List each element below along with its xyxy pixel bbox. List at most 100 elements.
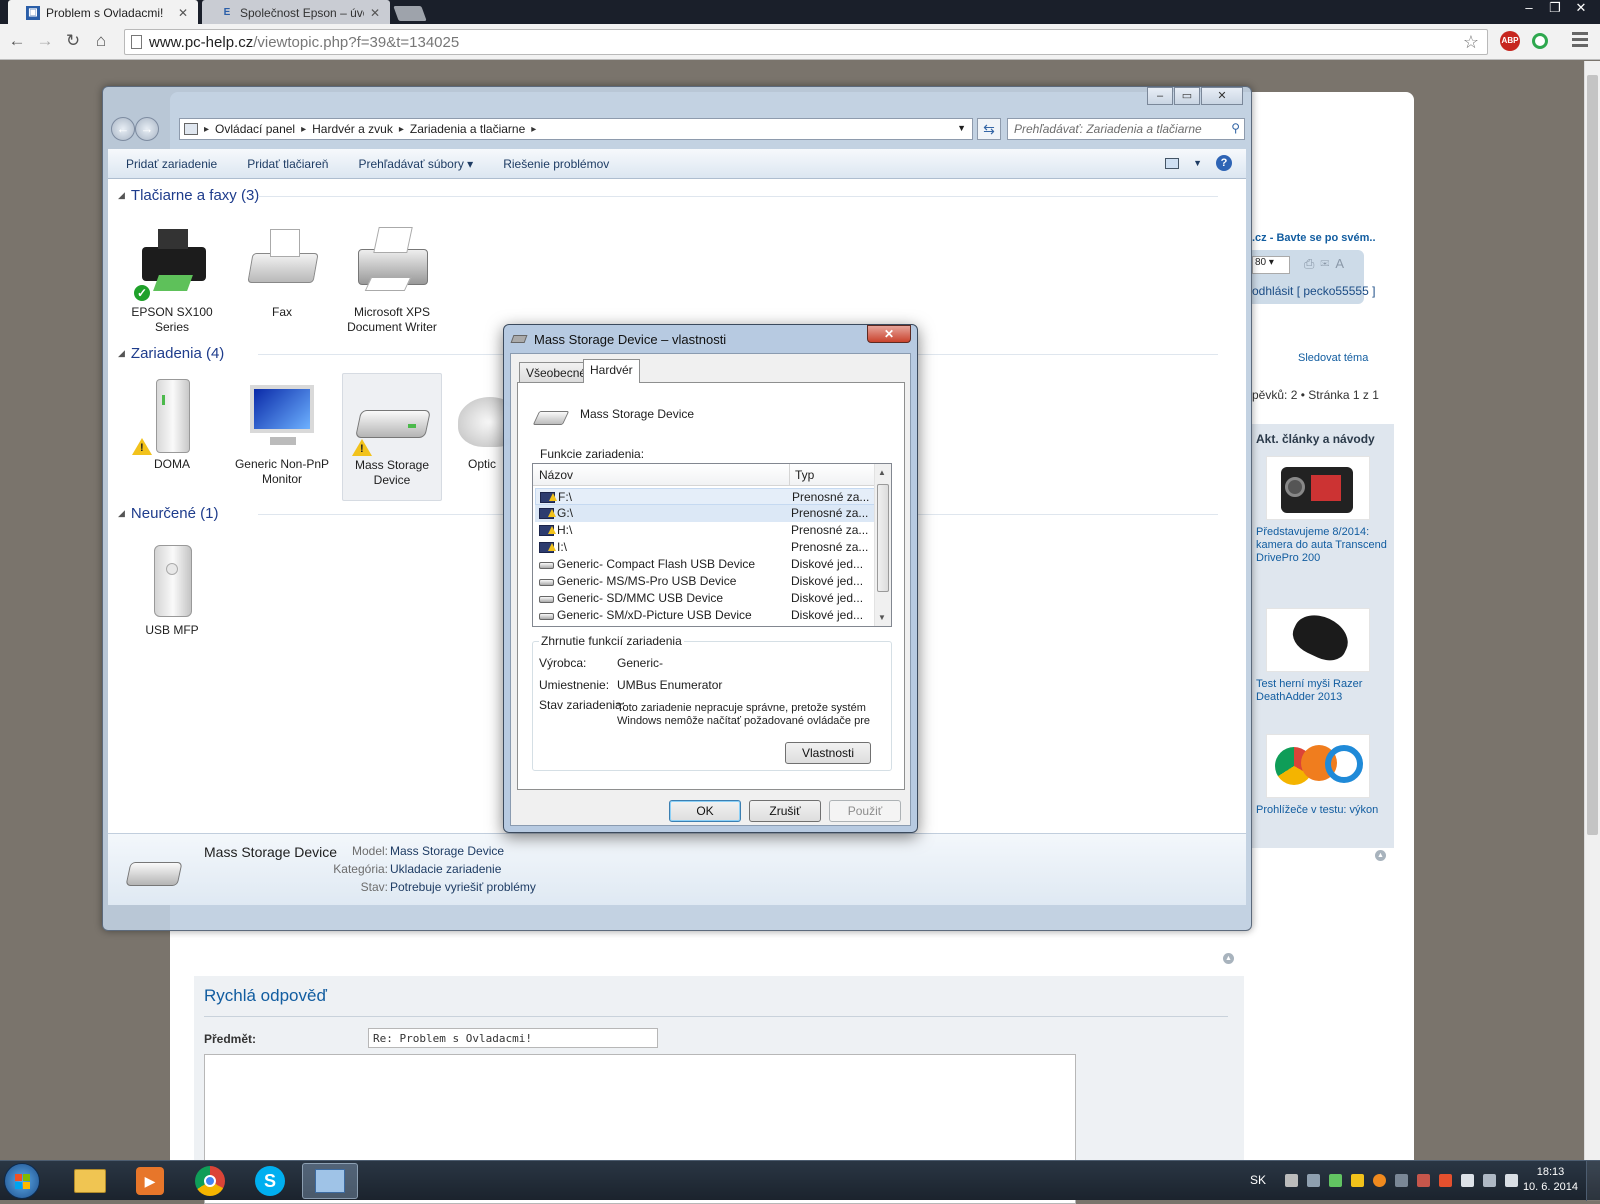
reload-icon[interactable]: ↻: [62, 32, 84, 52]
green-tray-icon[interactable]: [1329, 1173, 1342, 1187]
view-icon[interactable]: [1165, 157, 1180, 169]
device-fax[interactable]: Fax: [232, 223, 332, 320]
taskbar-explorer[interactable]: [62, 1163, 118, 1199]
collapse-triangle-icon[interactable]: ◢: [118, 190, 125, 201]
group-header-printers[interactable]: ◢ Tlačiarne a faxy (3): [118, 187, 1218, 204]
apply-button[interactable]: Použiť: [829, 800, 901, 822]
collapse-triangle-icon[interactable]: ◢: [118, 508, 125, 519]
list-item[interactable]: Generic- MS/MS-Pro USB Device Diskové jed…: [535, 573, 875, 590]
language-indicator[interactable]: SK: [1250, 1173, 1266, 1187]
volume-tray-icon[interactable]: [1505, 1173, 1518, 1187]
column-divider[interactable]: [789, 464, 790, 486]
chevron-down-icon[interactable]: ▼: [1193, 158, 1202, 168]
add-device-button[interactable]: Pridať zariadenie: [126, 157, 217, 171]
properties-button[interactable]: Vlastnosti: [785, 742, 871, 764]
chevron-right-icon[interactable]: ▸: [531, 124, 536, 135]
show-desktop-button[interactable]: [1586, 1161, 1600, 1201]
new-tab-button[interactable]: [393, 6, 427, 21]
scroll-down-icon[interactable]: ▼: [878, 613, 886, 622]
tools-tray-icon[interactable]: [1417, 1173, 1430, 1187]
breadcrumb-item[interactable]: Ovládací panel: [215, 122, 295, 136]
bell-tray-icon[interactable]: [1395, 1173, 1408, 1187]
device-usb-mfp[interactable]: USB MFP: [122, 541, 222, 638]
list-item[interactable]: F:\ Prenosné za...: [535, 488, 875, 505]
device-epson[interactable]: ✓ EPSON SX100 Series: [122, 223, 222, 335]
start-button[interactable]: [4, 1163, 40, 1199]
posts-per-page-select[interactable]: 80 ▾: [1252, 256, 1290, 274]
device-mass-storage[interactable]: Mass Storage Device: [342, 373, 442, 501]
ok-button[interactable]: OK: [669, 800, 741, 822]
article-link[interactable]: Prohlížeče v testu: výkon: [1256, 734, 1390, 817]
breadcrumb-item[interactable]: Hardvér a zvuk: [312, 122, 393, 136]
flag-tray-icon[interactable]: [1461, 1173, 1474, 1187]
scroll-thumb[interactable]: [1587, 75, 1598, 835]
search-icon[interactable]: ⚲: [1231, 121, 1240, 135]
chevron-down-icon[interactable]: ▼: [957, 123, 966, 133]
device-monitor[interactable]: Generic Non-PnP Monitor: [232, 375, 332, 487]
taskbar-skype[interactable]: S: [242, 1163, 298, 1199]
collapse-triangle-icon[interactable]: ◢: [118, 348, 125, 359]
adblock-extension-icon[interactable]: ABP: [1500, 31, 1520, 51]
close-icon[interactable]: ✕: [1568, 0, 1594, 18]
orange-tray-icon[interactable]: [1373, 1173, 1386, 1187]
scroll-top-icon[interactable]: ▲: [1223, 953, 1234, 964]
chevron-right-icon[interactable]: ▸: [399, 124, 404, 135]
search-input[interactable]: Prehľadávať: Zariadenia a tlačiarne ⚲: [1007, 118, 1245, 140]
device-xps-writer[interactable]: Microsoft XPS Document Writer: [342, 223, 442, 335]
column-type-header[interactable]: Typ: [795, 468, 814, 482]
print-mail-font-icons[interactable]: ⎙✉A: [1304, 256, 1350, 272]
forward-icon[interactable]: →: [135, 117, 159, 141]
refresh-icon[interactable]: ⇆: [977, 118, 1001, 140]
add-printer-button[interactable]: Pridať tlačiareň: [247, 157, 328, 171]
group-header-unspecified[interactable]: ◢ Neurčené (1): [118, 505, 1218, 522]
browser-tab-inactive[interactable]: E Společnost Epson – úvodní ✕: [202, 0, 390, 25]
troubleshoot-button[interactable]: Riešenie problémov: [503, 157, 609, 171]
tab-close-icon[interactable]: ✕: [178, 6, 188, 20]
column-name-header[interactable]: Názov: [539, 468, 573, 482]
back-icon[interactable]: ←: [111, 117, 135, 141]
list-item[interactable]: G:\ Prenosné za...: [535, 505, 875, 522]
list-item[interactable]: Generic- Compact Flash USB Device Diskové…: [535, 556, 875, 573]
bookmark-star-icon[interactable]: ☆: [1463, 32, 1479, 53]
help-icon[interactable]: ?: [1216, 155, 1232, 171]
list-item[interactable]: I:\ Prenosné za...: [535, 539, 875, 556]
subject-input[interactable]: Re: Problem s Ovladacmi!: [368, 1028, 658, 1048]
clock[interactable]: 18:13 10. 6. 2014: [1523, 1165, 1578, 1195]
chevron-right-icon[interactable]: ▸: [204, 124, 209, 135]
yellow-tray-icon[interactable]: [1351, 1173, 1364, 1187]
browser-tab-active[interactable]: ▣ Problem s Ovladacmi! ✕: [8, 0, 198, 25]
article-link[interactable]: Představujeme 8/2014: kamera do auta Tra…: [1256, 456, 1390, 565]
list-scrollbar[interactable]: ▲ ▼: [874, 464, 891, 626]
tab-general[interactable]: Všeobecné: [519, 362, 594, 382]
back-icon[interactable]: ←: [6, 32, 28, 52]
chevron-right-icon[interactable]: ▸: [301, 124, 306, 135]
forward-icon[interactable]: →: [34, 32, 56, 52]
minimize-icon[interactable]: –: [1516, 0, 1542, 18]
speaker-orange-tray-icon[interactable]: [1439, 1173, 1452, 1187]
breadcrumb-item[interactable]: Zariadenia a tlačiarne: [410, 122, 525, 136]
maximize-icon[interactable]: ▭: [1174, 87, 1200, 105]
taskbar-control-panel[interactable]: [302, 1163, 358, 1199]
device-functions-list[interactable]: Názov Typ F:\ Prenosné za... G:\ Prenosné …: [532, 463, 892, 627]
list-item[interactable]: Generic- SM/xD-Picture USB Device Diskové…: [535, 607, 875, 624]
sync-tray-icon[interactable]: [1307, 1173, 1320, 1187]
chrome-menu-icon[interactable]: [1572, 32, 1588, 50]
group-header-devices[interactable]: ◢ Zariadenia (4): [118, 345, 1218, 362]
network-tray-icon[interactable]: [1483, 1173, 1496, 1187]
follow-topic-link[interactable]: Sledovat téma: [1298, 352, 1368, 364]
close-icon[interactable]: ✕: [867, 325, 911, 343]
minimize-icon[interactable]: –: [1147, 87, 1173, 105]
scroll-up-icon[interactable]: ▲: [878, 468, 886, 477]
scroll-top-icon[interactable]: ▲: [1375, 850, 1386, 861]
scroll-thumb[interactable]: [877, 484, 889, 592]
device-doma[interactable]: DOMA: [122, 375, 222, 472]
article-link[interactable]: Test herní myši Razer DeathAdder 2013: [1256, 608, 1390, 704]
printer-tray-icon[interactable]: [1285, 1173, 1298, 1187]
tab-close-icon[interactable]: ✕: [370, 6, 380, 20]
list-item[interactable]: H:\ Prenosné za...: [535, 522, 875, 539]
green-extension-icon[interactable]: [1532, 33, 1548, 49]
logout-link[interactable]: odhlásit [ pecko55555 ]: [1252, 284, 1375, 298]
taskbar-chrome[interactable]: [182, 1163, 238, 1199]
home-icon[interactable]: ⌂: [90, 32, 112, 52]
address-bar[interactable]: www.pc-help.cz/viewtopic.php?f=39&t=1340…: [124, 29, 1488, 55]
